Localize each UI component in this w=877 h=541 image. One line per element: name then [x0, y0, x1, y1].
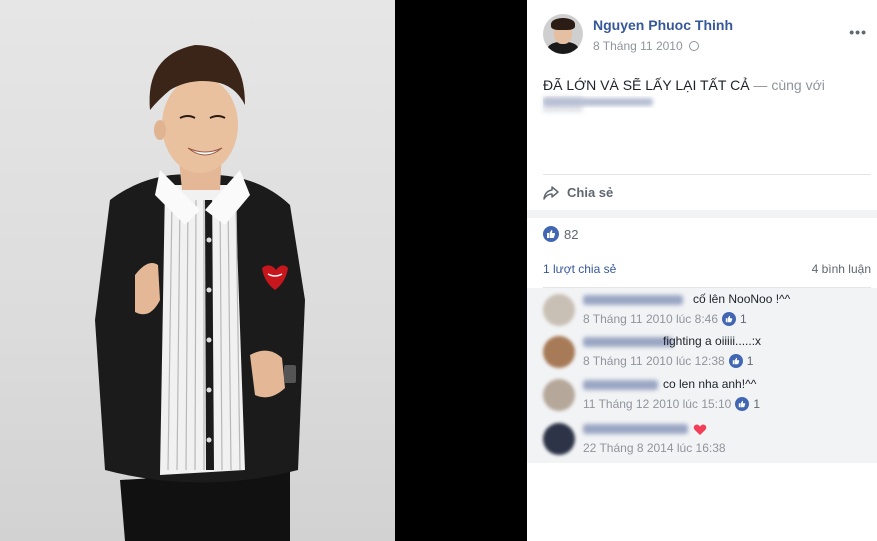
commenter-name[interactable]	[583, 294, 683, 306]
divider	[527, 210, 877, 218]
comment-time[interactable]: 8 Tháng 11 2010 lúc 8:46	[583, 312, 718, 326]
share-icon	[543, 185, 559, 200]
heart-icon	[693, 424, 707, 435]
commenter-avatar[interactable]	[543, 423, 575, 455]
post-body: ĐÃ LỚN VÀ SẼ LẤY LẠI TẤT CẢ	[543, 77, 750, 93]
post-panel: Nguyen Phuoc Thinh 8 Tháng 11 2010 ••• Đ…	[527, 0, 877, 541]
more-icon[interactable]: •••	[849, 24, 867, 40]
tagged-people-blur	[543, 96, 663, 108]
share-label: Chia sẻ	[567, 185, 614, 200]
comment-like-count: 1	[746, 354, 754, 368]
post-date[interactable]: 8 Tháng 11 2010	[593, 39, 683, 53]
comment-item: fighting a oiiiii.....:x 8 Tháng 11 2010…	[543, 332, 871, 372]
comment-text: fighting a oiiiii.....:x	[663, 334, 762, 348]
comment-meta: 8 Tháng 11 2010 lúc 8:46 1	[583, 312, 747, 326]
comment-time[interactable]: 11 Tháng 12 2010 lúc 15:10	[583, 397, 731, 411]
author-name[interactable]: Nguyen Phuoc Thinh	[593, 17, 733, 33]
commenter-avatar[interactable]	[543, 379, 575, 411]
like-count: 82	[564, 226, 579, 242]
like-icon	[543, 226, 559, 242]
comments-list: cố lên NooNoo !^^ 8 Tháng 11 2010 lúc 8:…	[527, 288, 877, 463]
commenter-avatar[interactable]	[543, 336, 575, 368]
post-photo[interactable]	[0, 0, 395, 541]
comment-time[interactable]: 22 Tháng 8 2014 lúc 16:38	[583, 441, 726, 455]
like-icon	[735, 397, 750, 411]
comment-text: co len nha anh!^^	[663, 377, 757, 391]
comment-meta: 22 Tháng 8 2014 lúc 16:38	[583, 441, 726, 455]
comment-meta: 8 Tháng 11 2010 lúc 12:38 1	[583, 354, 753, 368]
comment-like-count: 1	[753, 397, 761, 411]
post-stats: 1 lượt chia sẻ 4 bình luận	[543, 262, 871, 288]
commenter-avatar[interactable]	[543, 294, 575, 326]
shares-link[interactable]: 1 lượt chia sẻ	[543, 262, 616, 287]
like-icon	[722, 312, 736, 326]
author-avatar[interactable]	[543, 14, 583, 54]
like-icon	[728, 354, 743, 368]
comment-item: co len nha anh!^^ 11 Tháng 12 2010 lúc 1…	[543, 375, 871, 415]
globe-icon	[688, 41, 699, 51]
comment-like-count: 1	[740, 312, 747, 326]
tagged-with: — cùng với	[749, 77, 825, 93]
comments-link[interactable]: 4 bình luận	[812, 262, 871, 287]
comment-text: cố lên NooNoo !^^	[693, 292, 791, 306]
comment-time[interactable]: 8 Tháng 11 2010 lúc 12:38	[583, 354, 725, 368]
post-header: Nguyen Phuoc Thinh 8 Tháng 11 2010 •••	[543, 14, 869, 58]
comment-item: cố lên NooNoo !^^ 8 Tháng 11 2010 lúc 8:…	[543, 290, 871, 330]
photo-illustration	[95, 45, 305, 541]
comment-meta: 11 Tháng 12 2010 lúc 15:10 1	[583, 397, 760, 411]
commenter-name[interactable]	[583, 423, 688, 435]
comment-item: 22 Tháng 8 2014 lúc 16:38	[543, 419, 871, 459]
post-meta: 8 Tháng 11 2010	[593, 39, 699, 53]
share-button[interactable]: Chia sẻ	[543, 174, 871, 204]
photo-viewer	[0, 0, 527, 541]
like-summary[interactable]: 82	[543, 226, 578, 242]
